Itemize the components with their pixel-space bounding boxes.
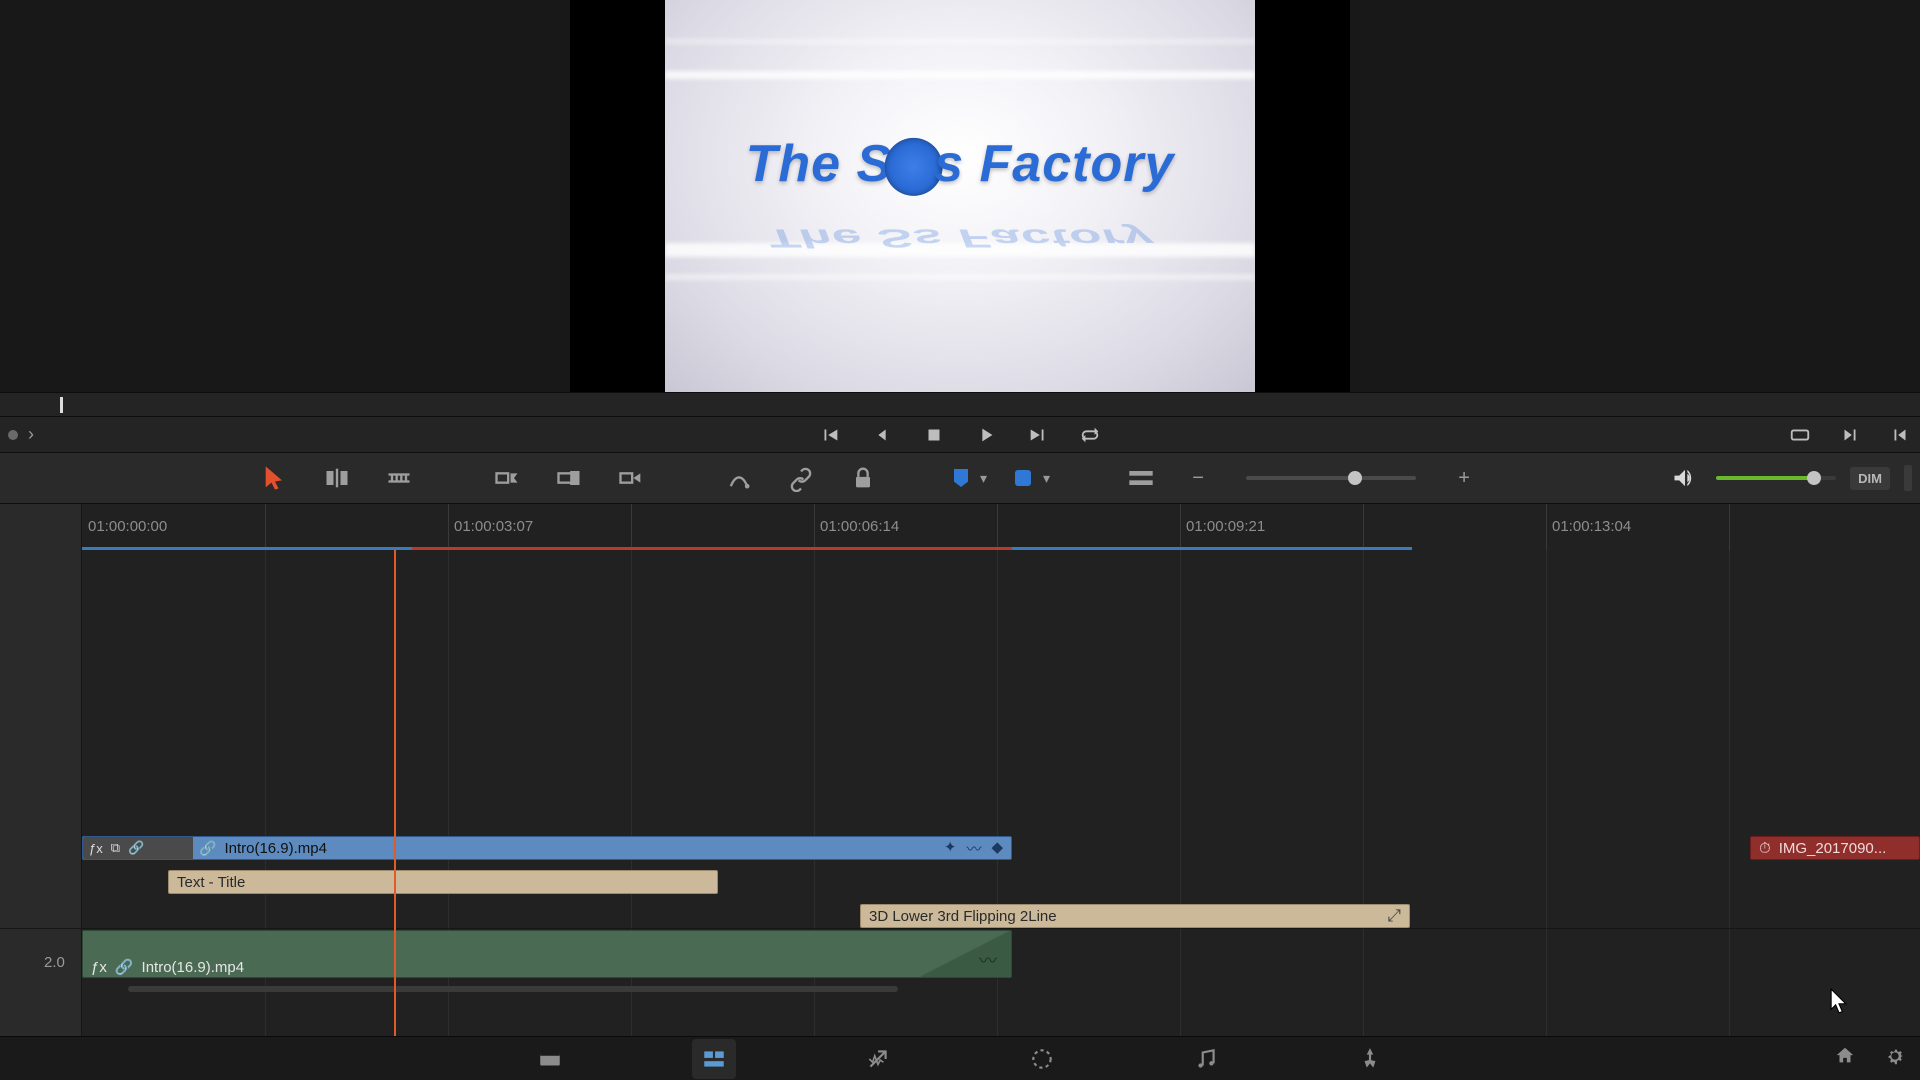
prev-clip-button[interactable]	[1888, 423, 1912, 447]
timeline-ruler[interactable]: 01:00:00:00 01:00:03:07 01:00:06:14 01:0…	[0, 504, 1920, 550]
timeline-view-options-icon[interactable]	[1124, 461, 1158, 495]
link-icon[interactable]	[784, 461, 818, 495]
settings-button[interactable]	[1884, 1045, 1906, 1072]
dynamic-trim-icon[interactable]	[722, 461, 756, 495]
preview-logo-text: The Ss Factory	[746, 133, 1175, 195]
insert-clip-icon[interactable]	[490, 461, 524, 495]
overwrite-clip-icon[interactable]	[552, 461, 586, 495]
mouse-cursor-icon	[1830, 988, 1848, 1012]
zoom-keyframe-icon[interactable]: ✦	[944, 838, 957, 859]
play-button[interactable]	[974, 423, 998, 447]
ruler-label: 01:00:09:21	[1186, 518, 1265, 535]
retime-icon: ⧉	[111, 840, 120, 856]
record-indicator	[8, 430, 18, 440]
title-clip[interactable]: Text - Title	[168, 870, 718, 894]
go-to-end-button[interactable]	[1026, 423, 1050, 447]
volume-slider[interactable]	[1716, 476, 1836, 480]
fusion-page-button[interactable]	[856, 1039, 900, 1079]
volume-thumb[interactable]	[1807, 471, 1821, 485]
viewer-video[interactable]: The Ss Factory The Ss Factory	[665, 0, 1255, 392]
dim-button[interactable]: DIM	[1850, 467, 1890, 490]
audio-track-label: 2.0	[44, 954, 65, 971]
audio-clip[interactable]: 〰 ƒx 🔗 Intro(16.9).mp4	[82, 930, 1012, 978]
audio-meter-icon[interactable]	[1904, 465, 1912, 491]
clip-name: Text - Title	[177, 874, 245, 891]
ruler-gutter	[0, 504, 82, 550]
chevron-down-icon: ▾	[980, 470, 987, 487]
expand-icon[interactable]: ⤢	[1387, 906, 1401, 926]
playhead[interactable]	[394, 550, 396, 1036]
razor-tool-icon[interactable]	[382, 461, 416, 495]
horizontal-scrollbar[interactable]	[128, 986, 898, 992]
mini-playhead[interactable]	[60, 397, 63, 413]
media-page-button[interactable]	[528, 1039, 572, 1079]
clip-name: Intro(16.9).mp4	[142, 959, 245, 976]
edit-page-button[interactable]	[692, 1039, 736, 1079]
stop-button[interactable]	[922, 423, 946, 447]
color-page-button[interactable]	[1020, 1039, 1064, 1079]
lower-third-clip[interactable]: 3D Lower 3rd Flipping 2Line ⤢	[860, 904, 1410, 928]
ruler-label: 01:00:06:14	[820, 518, 899, 535]
keyframe-icon[interactable]: ◆	[991, 838, 1003, 859]
ruler-label: 01:00:03:07	[454, 518, 533, 535]
clip-name: Intro(16.9).mp4	[216, 840, 327, 857]
curve-icon[interactable]: 〰	[966, 838, 981, 859]
warning-icon: ⏱	[1759, 840, 1771, 857]
ruler-label: 01:00:13:04	[1552, 518, 1631, 535]
expand-chevron-icon[interactable]: ›	[28, 424, 34, 445]
track-headers-gutter: 2.0	[0, 550, 82, 1036]
ruler-label: 01:00:00:00	[88, 518, 167, 535]
link-icon: 🔗	[193, 840, 216, 857]
next-clip-button[interactable]	[1838, 423, 1862, 447]
match-frame-button[interactable]	[1788, 423, 1812, 447]
zoom-thumb[interactable]	[1348, 471, 1362, 485]
zoom-slider[interactable]	[1246, 476, 1416, 480]
timeline-body[interactable]: 2.0 ƒx ⧉ 🔗 🔗 Intro(16.9).mp4 ✦ 〰 ◆ Text …	[0, 550, 1920, 1036]
color-swatch-icon	[1015, 470, 1031, 486]
chevron-down-icon: ▾	[1043, 470, 1050, 487]
clip-name: IMG_2017090...	[1779, 840, 1887, 857]
viewer-panel: The Ss Factory The Ss Factory	[0, 0, 1920, 392]
link-icon: 🔗	[115, 958, 134, 976]
loop-button[interactable]	[1078, 423, 1102, 447]
go-to-start-button[interactable]	[818, 423, 842, 447]
fx-icon: ƒx	[91, 959, 107, 976]
zoom-out-button[interactable]: −	[1186, 467, 1210, 490]
deliver-page-button[interactable]	[1348, 1039, 1392, 1079]
link-icon: 🔗	[128, 840, 144, 856]
audio-fade[interactable]	[921, 931, 1011, 977]
trim-tool-icon[interactable]	[320, 461, 354, 495]
page-nav	[0, 1036, 1920, 1080]
clip-name: 3D Lower 3rd Flipping 2Line	[869, 908, 1057, 925]
video-clip[interactable]: ƒx ⧉ 🔗 🔗 Intro(16.9).mp4 ✦ 〰 ◆	[82, 836, 1012, 860]
replace-clip-icon[interactable]	[614, 461, 648, 495]
lock-icon[interactable]	[846, 461, 880, 495]
mini-timeline[interactable]	[0, 392, 1920, 416]
clip-header: ƒx ⧉ 🔗	[83, 837, 193, 859]
volume-icon[interactable]	[1668, 461, 1702, 495]
fx-icon: ƒx	[89, 841, 103, 856]
step-back-button[interactable]	[870, 423, 894, 447]
curve-icon[interactable]: 〰	[979, 947, 997, 973]
fairlight-page-button[interactable]	[1184, 1039, 1228, 1079]
zoom-in-button[interactable]: +	[1452, 467, 1476, 490]
transport-bar: ›	[0, 416, 1920, 452]
viewer-frame: The Ss Factory The Ss Factory	[570, 0, 1350, 392]
selection-tool-icon[interactable]	[258, 461, 292, 495]
offline-clip[interactable]: ⏱ IMG_2017090...	[1750, 836, 1920, 860]
flag-marker-button[interactable]: ▾	[954, 469, 987, 487]
clip-color-button[interactable]: ▾	[1015, 470, 1050, 487]
timeline-toolbar: ▾ ▾ − + DIM	[0, 452, 1920, 504]
home-button[interactable]	[1834, 1045, 1856, 1072]
flag-icon	[954, 469, 968, 487]
preview-logo-reflection: The Ss Factory	[767, 223, 1154, 253]
